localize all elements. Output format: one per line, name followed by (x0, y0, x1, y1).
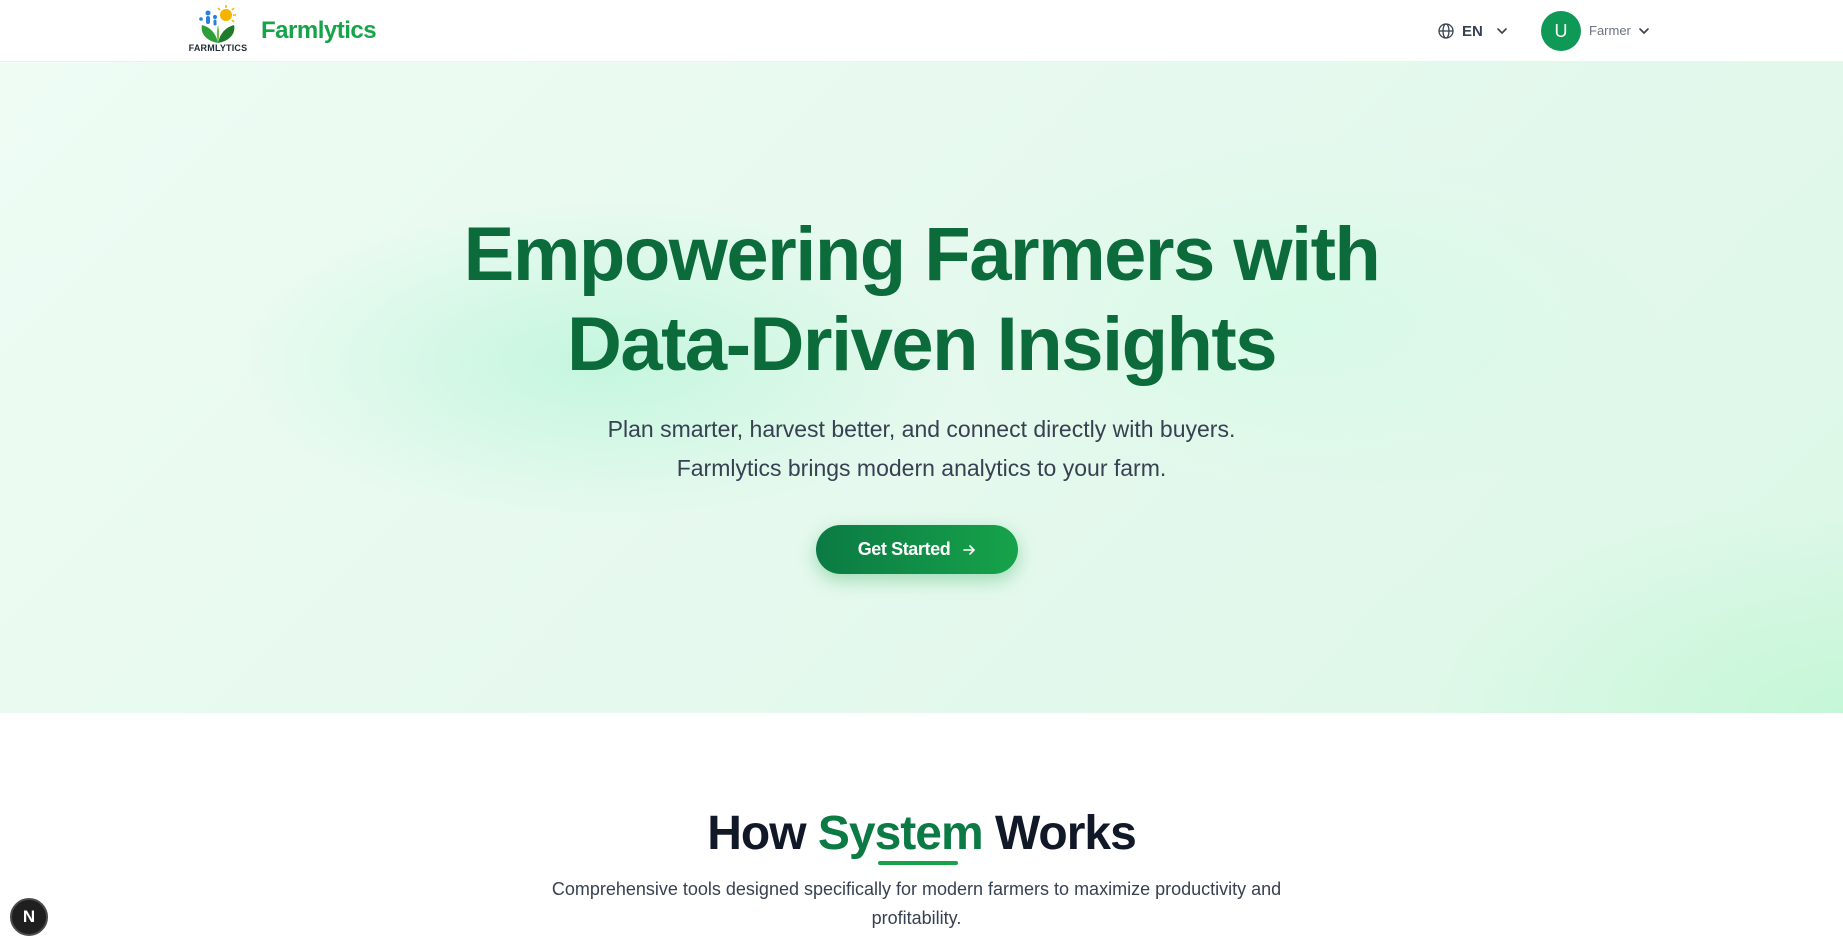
title-underline (878, 861, 958, 865)
logo-caption: FARMLYTICS (188, 43, 248, 53)
how-title-suffix: Works (982, 807, 1137, 860)
hero-subtitle-line-2: Farmlytics brings modern analytics to yo… (676, 455, 1167, 481)
how-title-accent: System (817, 807, 984, 860)
hero-subtitle: Plan smarter, harvest better, and connec… (0, 410, 1843, 488)
hero-title-line-2: Data-Driven Insights (566, 302, 1278, 387)
user-avatar[interactable]: U (1541, 11, 1581, 51)
hero-title-line-1: Empowering Farmers with (463, 212, 1381, 297)
hero-section: Empowering Farmers with Data-Driven Insi… (0, 62, 1843, 713)
dev-tools-badge[interactable]: N (10, 898, 48, 936)
logo-emblem-icon (199, 5, 236, 43)
chevron-down-icon (1497, 28, 1507, 34)
user-role-label[interactable]: Farmer (1589, 23, 1631, 38)
chevron-down-icon[interactable] (1637, 24, 1651, 38)
hero-title: Empowering Farmers with Data-Driven Insi… (0, 210, 1843, 390)
get-started-label: Get Started (857, 539, 951, 559)
how-it-works-description: Comprehensive tools designed specificall… (551, 879, 1282, 928)
language-selector[interactable]: EN (1438, 19, 1509, 43)
arrow-right-icon (963, 544, 976, 555)
top-navbar: FARMLYTICS Farmlytics EN U Farmer (0, 0, 1843, 62)
hero-subtitle-line-1: Plan smarter, harvest better, and connec… (607, 416, 1236, 442)
language-label: EN (1462, 22, 1483, 40)
how-it-works-title: How System Works (0, 806, 1843, 861)
brand-name[interactable]: Farmlytics (261, 17, 377, 45)
how-it-works-section: How System Works Comprehensive tools des… (0, 713, 1843, 952)
how-title-prefix: How (707, 807, 818, 860)
globe-icon (1438, 23, 1454, 39)
farmlytics-logo[interactable]: FARMLYTICS (186, 5, 250, 55)
get-started-button[interactable]: Get Started (816, 525, 1018, 574)
